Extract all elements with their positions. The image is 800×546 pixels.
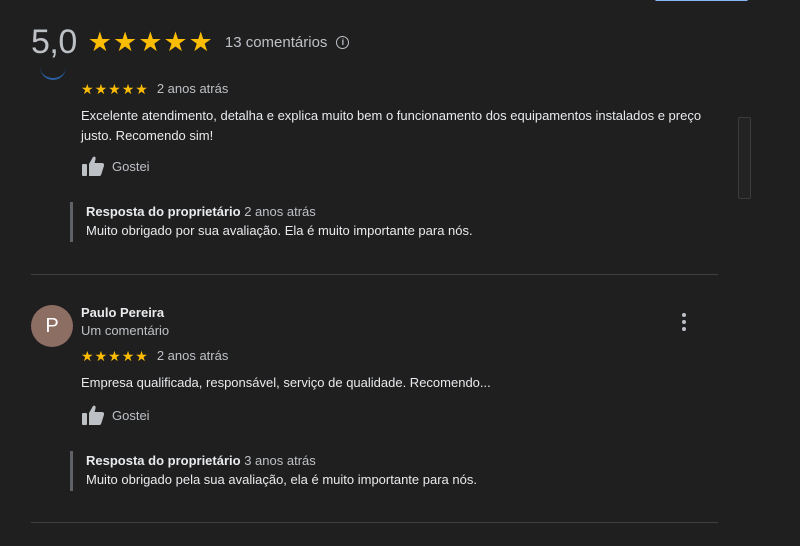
owner-response-time: 2 anos atrás — [244, 204, 316, 219]
scrollbar[interactable] — [738, 117, 751, 199]
owner-response-title: Resposta do proprietário — [86, 453, 241, 468]
owner-response: Resposta do proprietário 3 anos atrás Mu… — [70, 451, 706, 491]
rating-summary: 5,0 ★ ★ ★ ★ ★ 13 comentários i — [31, 22, 350, 62]
review-rating: ★ ★ ★ ★ ★ 2 anos atrás — [81, 81, 228, 96]
reviewer-meta: Um comentário — [81, 323, 170, 338]
star-icon: ★ — [94, 80, 108, 97]
reviews-panel: 5,0 ★ ★ ★ ★ ★ 13 comentários i ★ ★ ★ ★ ★… — [0, 0, 800, 546]
review-rating: ★ ★ ★ ★ ★ 2 anos atrás — [81, 348, 228, 363]
more-vert-icon[interactable] — [681, 313, 687, 331]
owner-response-text: Muito obrigado por sua avaliação. Ela é … — [86, 223, 473, 238]
review-time: 2 anos atrás — [156, 81, 229, 96]
owner-response-title: Resposta do proprietário — [86, 204, 241, 219]
star-icon: ★ — [81, 347, 94, 364]
review-time: 2 anos atrás — [156, 348, 229, 363]
star-icon: ★ — [163, 26, 188, 57]
star-icon: ★ — [135, 347, 148, 364]
star-icon: ★ — [188, 26, 213, 57]
owner-response-time: 3 anos atrás — [244, 453, 316, 468]
star-icon: ★ — [112, 26, 138, 57]
star-icon: ★ — [138, 26, 163, 57]
avatar[interactable]: P — [31, 305, 73, 347]
star-icon: ★ — [108, 80, 121, 97]
review-text: Empresa qualificada, responsável, serviç… — [81, 375, 491, 390]
info-icon[interactable]: i — [336, 35, 350, 49]
thumbs-up-icon — [82, 156, 105, 176]
rating-stars: ★ ★ ★ ★ ★ — [81, 349, 148, 363]
like-button[interactable]: Gostei — [81, 155, 150, 177]
star-icon: ★ — [108, 347, 121, 364]
like-label: Gostei — [112, 158, 150, 174]
average-rating: 5,0 — [31, 22, 77, 61]
divider — [31, 522, 718, 523]
like-button[interactable]: Gostei — [81, 404, 150, 426]
avatar — [40, 66, 66, 80]
star-icon: ★ — [121, 80, 135, 97]
reviewer-name[interactable]: Paulo Pereira — [81, 305, 164, 320]
star-icon: ★ — [81, 80, 94, 97]
divider — [31, 274, 718, 275]
owner-response-text: Muito obrigado pela sua avaliação, ela é… — [86, 472, 477, 487]
rating-stars: ★ ★ ★ ★ ★ — [81, 82, 148, 96]
tab-indicator — [655, 0, 748, 1]
comment-count[interactable]: 13 comentários — [225, 34, 328, 51]
owner-response: Resposta do proprietário 2 anos atrás Mu… — [70, 202, 706, 242]
star-icon: ★ — [121, 347, 135, 364]
star-icon: ★ — [94, 347, 108, 364]
like-label: Gostei — [112, 407, 150, 423]
rating-stars: ★ ★ ★ ★ ★ — [87, 26, 213, 57]
thumbs-up-icon — [82, 405, 105, 425]
star-icon: ★ — [87, 26, 112, 57]
star-icon: ★ — [135, 80, 148, 97]
review-text: Excelente atendimento, detalha e explica… — [81, 108, 702, 143]
